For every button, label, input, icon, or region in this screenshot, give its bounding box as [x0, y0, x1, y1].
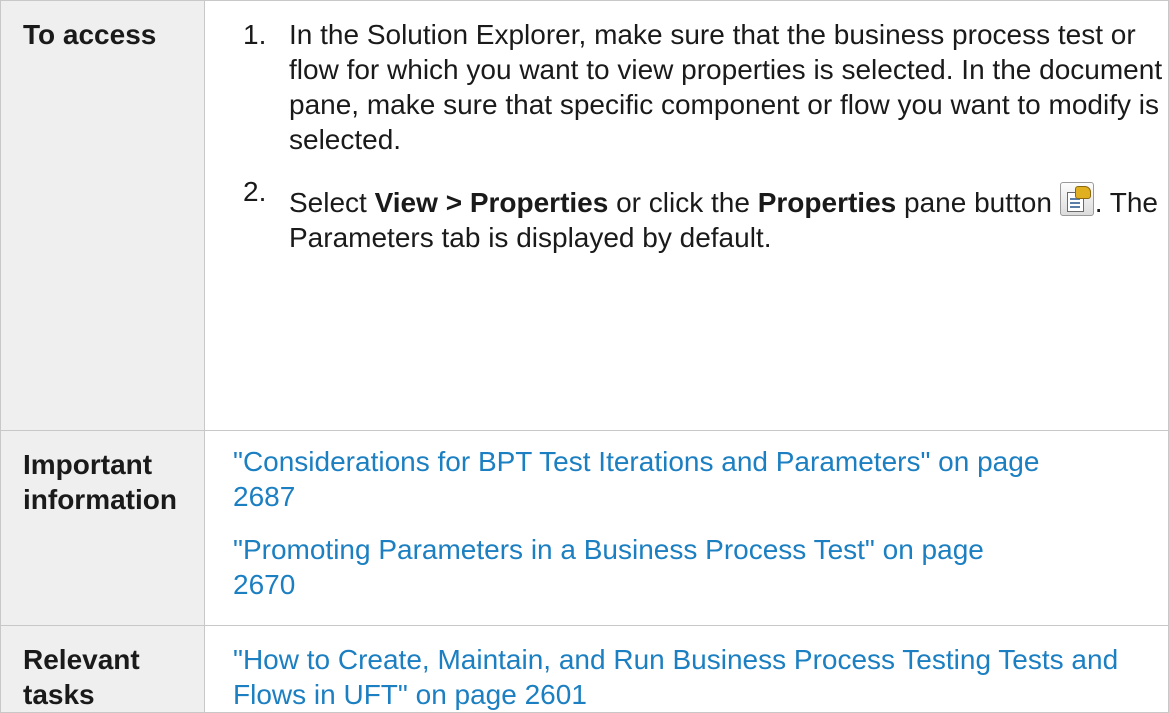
row-header-label: tasks	[23, 679, 95, 710]
step-text-or-click: or click the	[608, 187, 758, 218]
row-header-important-information: Important information	[0, 430, 205, 626]
row-content-to-access: 1. In the Solution Explorer, make sure t…	[204, 0, 1169, 431]
step-text-select: Select	[289, 187, 375, 218]
properties-pane-icon	[1059, 182, 1094, 216]
access-steps-list: 1. In the Solution Explorer, make sure t…	[233, 1, 1168, 255]
menu-path: View > Properties	[374, 187, 609, 218]
step-number: 1.	[243, 19, 267, 50]
table-row-important-information: Important information "Considerations fo…	[0, 430, 1169, 626]
row-header-label: Important	[23, 449, 153, 480]
pane-name: Properties	[757, 187, 897, 218]
link-paragraph: "Promoting Parameters in a Business Proc…	[233, 514, 1168, 602]
link-considerations-bpt-iterations[interactable]: "Considerations for BPT Test Iterations …	[233, 444, 1093, 514]
row-header-to-access: To access	[0, 0, 205, 431]
link-how-to-create-maintain-run-bpt[interactable]: "How to Create, Maintain, and Run Busine…	[233, 642, 1133, 712]
step-text: In the Solution Explorer, make sure that…	[289, 19, 1163, 155]
step-number: 2.	[243, 176, 267, 207]
table-row-relevant-tasks: Relevant tasks "How to Create, Maintain,…	[0, 625, 1169, 713]
link-paragraph: "How to Create, Maintain, and Run Busine…	[233, 642, 1168, 712]
table-row-to-access: To access 1. In the Solution Explorer, m…	[0, 0, 1169, 431]
list-item-step-2: 2. Select View > Properties or click the…	[233, 157, 1168, 255]
row-header-label: To access	[23, 19, 157, 50]
link-promoting-parameters[interactable]: "Promoting Parameters in a Business Proc…	[233, 532, 993, 602]
row-header-label: Relevant	[23, 644, 140, 675]
step-text-pane-button: pane button	[896, 187, 1060, 218]
list-item-step-1: 1. In the Solution Explorer, make sure t…	[233, 1, 1168, 157]
info-table: To access 1. In the Solution Explorer, m…	[0, 0, 1169, 713]
row-header-label: information	[23, 484, 177, 515]
link-paragraph: "Considerations for BPT Test Iterations …	[233, 431, 1168, 514]
row-content-important-information: "Considerations for BPT Test Iterations …	[204, 430, 1169, 626]
row-header-relevant-tasks: Relevant tasks	[0, 625, 205, 713]
row-content-relevant-tasks: "How to Create, Maintain, and Run Busine…	[204, 625, 1169, 713]
